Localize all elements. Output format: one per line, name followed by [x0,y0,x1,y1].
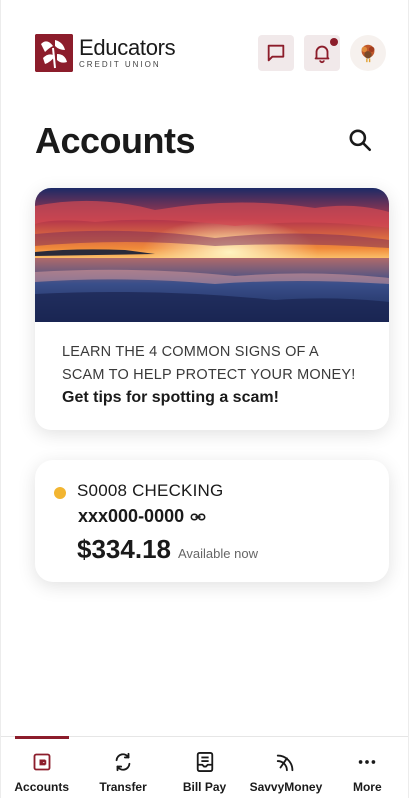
account-balance: $334.18 [77,534,171,564]
nav-transfer[interactable]: Transfer [82,737,163,798]
brand-subtitle: CREDIT UNION [79,60,161,69]
page-title: Accounts [35,120,196,161]
bell-icon [314,45,330,64]
notifications-button[interactable] [304,35,340,71]
balance-note: Available now [177,546,258,561]
promo-card[interactable]: LEARN THE 4 COMMON SIGNS OF A SCAM TO HE… [35,188,389,430]
header-actions [258,35,386,71]
balance-row: $334.18 Available now [77,534,258,565]
promo-headline-1: LEARN THE 4 COMMON SIGNS OF A [62,344,319,360]
bottom-nav: Accounts Transfer Bill Pay SavvyMoney Mo… [1,736,408,798]
transfer-icon [112,751,134,773]
nav-savvymoney[interactable]: SavvyMoney [245,737,326,798]
avatar[interactable] [350,35,386,71]
promo-cta-link[interactable]: Get tips for spotting a scam! [62,389,371,407]
account-card[interactable]: S0008 CHECKING xxx000-0000 $334.18 Avail… [35,460,389,582]
savvymoney-icon [275,751,297,773]
promo-headline-2: SCAM TO HELP PROTECT YOUR MONEY! [62,367,356,383]
accounts-icon [31,751,53,773]
sunset-beach-image [35,188,389,322]
logo-mark-icon [35,34,73,72]
brand-logo[interactable]: Educators CREDIT UNION [35,34,176,72]
top-header: Educators CREDIT UNION [35,30,386,76]
nav-label: Transfer [99,780,147,794]
nav-more[interactable]: More [327,737,408,798]
nav-label: More [352,780,382,794]
nav-label: Bill Pay [182,780,227,794]
promo-body: LEARN THE 4 COMMON SIGNS OF A SCAM TO HE… [62,341,371,407]
nav-label: SavvyMoney [249,780,323,794]
account-name: S0008 CHECKING [77,481,224,500]
link-icon[interactable] [190,509,206,525]
turkey-avatar-icon [361,44,375,63]
app-screen: Educators CREDIT UNION Accounts LEARN TH… [0,0,409,798]
notification-badge [330,38,338,46]
brand-name: Educators [79,35,176,60]
account-number: xxx000-0000 [78,506,185,526]
nav-bill-pay[interactable]: Bill Pay [164,737,245,798]
bill-pay-icon [194,751,216,773]
logo-text: Educators CREDIT UNION [79,35,176,69]
account-number-row: xxx000-0000 [78,506,206,527]
search-icon [349,129,372,152]
nav-label: Accounts [14,780,70,794]
account-status-dot [54,487,66,499]
more-icon [356,751,378,773]
chat-bubble-icon [267,44,285,62]
messages-button[interactable] [258,35,294,71]
search-button[interactable] [344,124,376,156]
nav-accounts[interactable]: Accounts [1,737,82,798]
